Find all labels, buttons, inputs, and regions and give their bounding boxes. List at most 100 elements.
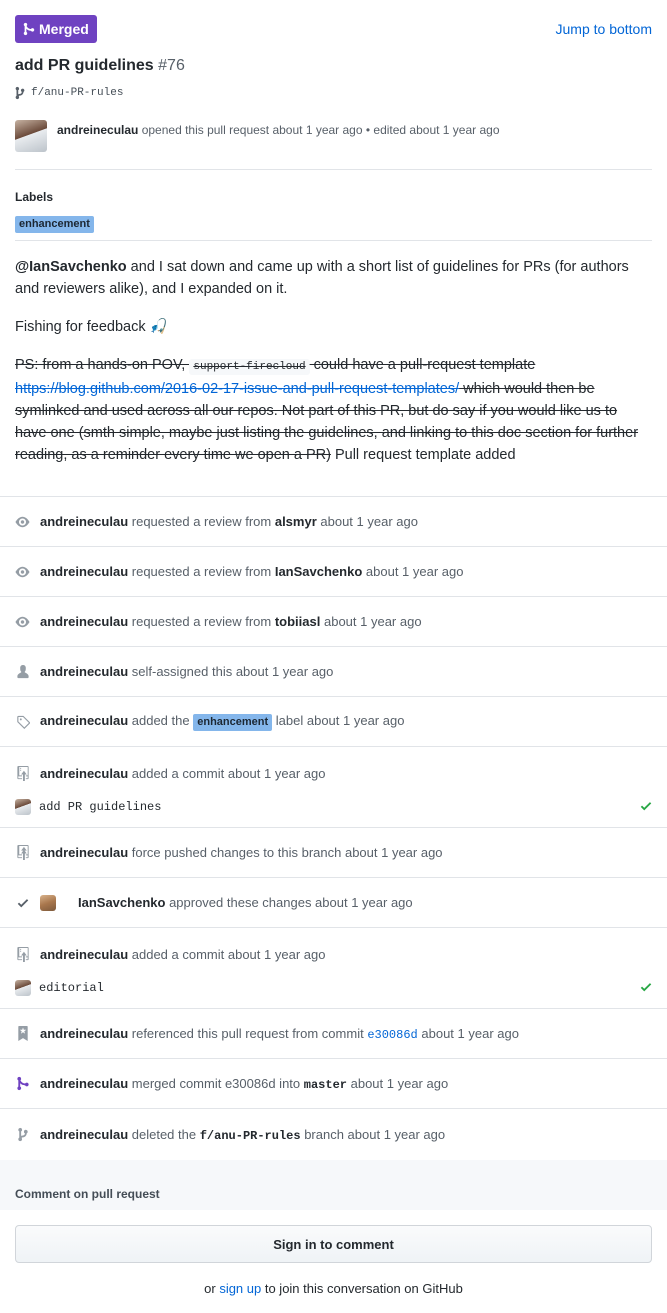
comment-box: Sign in to comment or sign up to join th… [0, 1210, 667, 1313]
repo-push-icon [15, 947, 30, 962]
event-time: about 1 year ago [365, 564, 464, 579]
event-text: merged commit e30086d into [131, 1075, 301, 1091]
actor-link[interactable]: andreineculau [40, 713, 128, 728]
branch-icon [15, 1127, 30, 1142]
actor-link[interactable]: IanSavchenko [78, 895, 165, 910]
event-text: added a commit about 1 year ago [131, 766, 326, 781]
avatar[interactable] [40, 894, 56, 911]
event-text: added a commit about 1 year ago [131, 947, 326, 962]
event-text: force pushed changes to this branch abou… [131, 845, 443, 860]
timeline-item: andreineculau requested a review from Ia… [0, 547, 667, 597]
merge-icon [23, 22, 35, 36]
event-text: referenced this pull request from commit [131, 1025, 364, 1041]
bookmark-icon [15, 1026, 30, 1041]
timeline-item: andreineculau requested a review from al… [0, 497, 667, 547]
event-time: about 1 year ago [320, 514, 418, 529]
avatar[interactable] [15, 799, 31, 815]
merge-icon [15, 1076, 30, 1091]
opener-text: opened this pull request about 1 year ag… [141, 123, 500, 137]
prompt-text: or [204, 1281, 220, 1296]
event-text: label about 1 year ago [275, 712, 405, 728]
eye-icon [15, 565, 30, 579]
check-icon [15, 896, 30, 910]
labels-list: enhancement [15, 214, 94, 233]
event-text: self-assigned this about 1 year ago [131, 664, 334, 679]
check-icon[interactable] [640, 980, 652, 997]
event-text: branch about 1 year ago [304, 1126, 446, 1142]
actor-link[interactable]: andreineculau [40, 514, 128, 529]
event-text: deleted the [131, 1126, 197, 1142]
divider [15, 169, 652, 170]
actor-link[interactable]: andreineculau [40, 1127, 128, 1142]
repo-force-push-icon [15, 845, 30, 860]
sign-in-button[interactable]: Sign in to comment [15, 1225, 652, 1263]
prompt-text: to join this conversation on GitHub [261, 1281, 463, 1296]
timeline-item: andreineculau added the enhancement labe… [0, 697, 667, 747]
branch-name: f/anu-PR-rules [199, 1128, 301, 1143]
template-link[interactable]: https://blog.github.com/2016-02-17-issue… [15, 381, 459, 397]
timeline: andreineculau requested a review from al… [0, 496, 667, 1161]
description-paragraph: PS: from a hands-on POV, support-fireclo… [15, 354, 652, 466]
actor-link[interactable]: andreineculau [40, 947, 128, 962]
avatar[interactable] [15, 980, 31, 996]
tag-icon [15, 715, 30, 729]
actor-link[interactable]: andreineculau [40, 664, 128, 679]
branch-icon [15, 86, 25, 100]
actor-link[interactable]: andreineculau [40, 614, 128, 629]
branch-name: f/anu-PR-rules [31, 87, 124, 99]
timeline-item: IanSavchenko approved these changes abou… [0, 878, 667, 928]
event-text: requested a review from [131, 564, 272, 579]
actor-link[interactable]: andreineculau [40, 766, 128, 781]
commit-row: editorial [15, 968, 652, 1008]
actor-link[interactable]: andreineculau [40, 1026, 128, 1041]
timeline-item: andreineculau added a commit about 1 yea… [0, 747, 667, 828]
person-icon [15, 664, 30, 679]
paragraph-text: Fishing for feedback [15, 319, 150, 335]
reviewer-link[interactable]: IanSavchenko [275, 564, 362, 579]
event-time: about 1 year ago [421, 1025, 519, 1041]
jump-to-bottom-link[interactable]: Jump to bottom [556, 21, 653, 37]
eye-icon [15, 515, 30, 529]
pr-title-text: add PR guidelines [15, 57, 154, 74]
labels-heading: Labels [15, 190, 54, 204]
commit-message-link[interactable]: add PR guidelines [39, 800, 161, 814]
comment-heading: Comment on pull request [15, 1187, 160, 1201]
comment-section: Comment on pull request Sign in to comme… [0, 1160, 667, 1313]
timeline-item: andreineculau force pushed changes to th… [0, 828, 667, 878]
reviewer-link[interactable]: alsmyr [275, 514, 317, 529]
repo-push-icon [15, 766, 30, 781]
pr-title: add PR guidelines #76 [15, 57, 185, 75]
event-text: added the [131, 712, 190, 728]
opener-username[interactable]: andreineculau [57, 123, 138, 137]
description-paragraph: @IanSavchenko and I sat down and came up… [15, 256, 652, 300]
inline-code: support-firecloud [189, 359, 310, 375]
check-icon[interactable] [640, 799, 652, 816]
commit-sha-link[interactable]: e30086d [367, 1028, 417, 1042]
sign-up-link[interactable]: sign up [219, 1281, 261, 1296]
timeline-item: andreineculau requested a review from to… [0, 597, 667, 647]
actor-link[interactable]: andreineculau [40, 564, 128, 579]
struck-text: could have a pull-request template [309, 357, 536, 373]
struck-text: PS: from a hands-on POV, [15, 357, 190, 373]
commit-message-link[interactable]: editorial [39, 981, 104, 995]
event-text: requested a review from [131, 514, 272, 529]
sign-up-prompt: or sign up to join this conversation on … [0, 1281, 667, 1296]
reviewer-link[interactable]: tobiiasl [275, 614, 321, 629]
timeline-item: andreineculau merged commit e30086d into… [0, 1059, 667, 1109]
eye-icon [15, 615, 30, 629]
branch-name: master [303, 1077, 347, 1092]
description-paragraph: Fishing for feedback 🎣 [15, 316, 652, 338]
fishing-emoji-icon: 🎣 [149, 319, 168, 335]
event-text: requested a review from [131, 614, 272, 629]
actor-link[interactable]: andreineculau [40, 845, 128, 860]
label-enhancement[interactable]: enhancement [193, 713, 273, 731]
user-mention[interactable]: @IanSavchenko [15, 259, 127, 275]
actor-link[interactable]: andreineculau [40, 1076, 128, 1091]
avatar[interactable] [15, 120, 47, 152]
merged-label: Merged [39, 21, 89, 37]
branch-line: f/anu-PR-rules [15, 86, 123, 100]
label-enhancement[interactable]: enhancement [15, 216, 94, 233]
event-time: about 1 year ago [350, 1075, 449, 1091]
commit-row: add PR guidelines [15, 787, 652, 827]
pr-opener: andreineculau opened this pull request a… [15, 120, 500, 152]
